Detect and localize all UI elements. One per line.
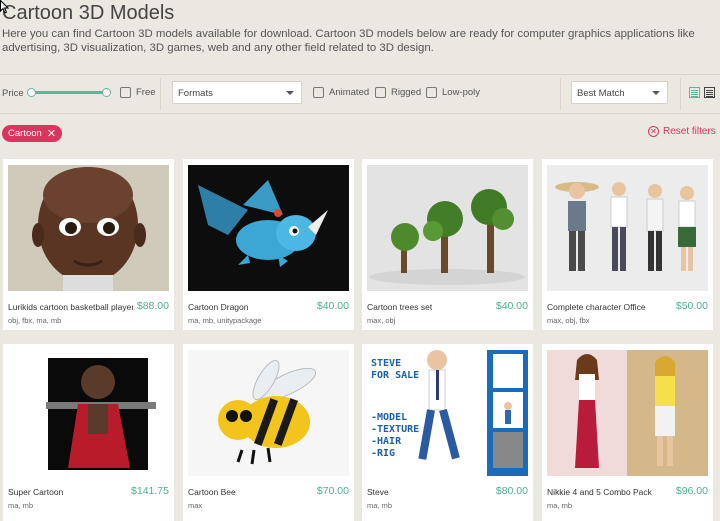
product-thumbnail[interactable]: [188, 350, 349, 476]
page-title: Cartoon 3D Models: [2, 2, 175, 24]
product-formats: ma, mb: [367, 501, 393, 510]
product-formats: max: [188, 501, 203, 510]
list-view-icon[interactable]: [704, 87, 715, 98]
product-price: $40.00: [316, 300, 349, 312]
free-checkbox[interactable]: Free: [120, 87, 156, 98]
product-thumbnail[interactable]: [547, 350, 708, 476]
product-price: $40.00: [495, 300, 528, 312]
active-filter-tag-label: Cartoon: [8, 128, 42, 139]
free-checkbox-box[interactable]: [120, 87, 131, 98]
rigged-checkbox-label: Rigged: [391, 87, 422, 98]
product-thumbnail[interactable]: [188, 165, 349, 291]
price-slider[interactable]: [27, 88, 111, 98]
product-name[interactable]: Cartoon Bee: [188, 487, 236, 497]
animated-checkbox-box[interactable]: [313, 87, 324, 98]
product-card[interactable]: STEVE FOR SALE -MODEL -TEXTURE -HAIR -RI…: [362, 344, 533, 521]
product-thumbnail[interactable]: [8, 165, 169, 291]
product-formats: ma, mb, unitypackage: [188, 316, 262, 325]
product-name[interactable]: Steve: [367, 487, 389, 497]
rigged-checkbox[interactable]: Rigged: [375, 87, 421, 98]
product-name[interactable]: Cartoon trees set: [367, 302, 432, 312]
product-card[interactable]: Lurikids cartoon basketball player $88.0…: [3, 159, 174, 330]
product-thumbnail[interactable]: [547, 165, 708, 291]
lowpoly-checkbox[interactable]: Low-poly: [426, 87, 480, 98]
product-card[interactable]: Super Cartoon $141.75 ma, mb: [3, 344, 174, 521]
product-price: $88.00: [136, 300, 169, 312]
mouse-cursor-icon: [0, 0, 10, 14]
active-filter-tag[interactable]: Cartoon ✕: [2, 125, 63, 142]
animated-checkbox[interactable]: Animated: [313, 87, 369, 98]
product-formats: max, obj: [367, 316, 396, 325]
product-formats: ma, mb: [8, 501, 34, 510]
product-name[interactable]: Nikkie 4 and 5 Combo Pack: [547, 487, 652, 497]
product-name[interactable]: Complete character Office: [547, 302, 646, 312]
product-price: $80.00: [495, 485, 528, 497]
filter-separator: [160, 78, 161, 110]
chevron-down-icon: [652, 91, 660, 95]
price-slider-track: [30, 91, 108, 94]
sort-dropdown[interactable]: Best Match: [571, 81, 668, 104]
close-circle-icon: ✕: [648, 126, 659, 137]
reset-filters-label: Reset filters: [663, 126, 716, 137]
filter-bar-bottom-divider: [0, 113, 720, 114]
product-card[interactable]: Cartoon Dragon $40.00 ma, mb, unitypacka…: [183, 159, 354, 330]
rigged-checkbox-box[interactable]: [375, 87, 386, 98]
formats-dropdown-value: Formats: [178, 88, 213, 99]
filter-separator: [680, 78, 681, 110]
animated-checkbox-label: Animated: [329, 87, 370, 98]
product-name[interactable]: Cartoon Dragon: [188, 302, 248, 312]
grid-view-icon[interactable]: [689, 87, 700, 98]
sort-dropdown-value: Best Match: [577, 88, 625, 99]
product-card[interactable]: Complete character Office $50.00 max, ob…: [542, 159, 713, 330]
lowpoly-checkbox-box[interactable]: [426, 87, 437, 98]
product-thumbnail[interactable]: [8, 350, 169, 476]
product-price: $141.75: [131, 485, 169, 497]
price-label: Price: [2, 88, 24, 99]
product-card[interactable]: Nikkie 4 and 5 Combo Pack $96.00 ma, mb: [542, 344, 713, 521]
product-card[interactable]: Cartoon trees set $40.00 max, obj: [362, 159, 533, 330]
price-slider-max-handle[interactable]: [102, 88, 111, 97]
close-icon[interactable]: ✕: [47, 128, 56, 139]
product-name[interactable]: Super Cartoon: [8, 487, 63, 497]
product-price: $96.00: [675, 485, 708, 497]
free-checkbox-label: Free: [136, 87, 156, 98]
reset-filters-link[interactable]: ✕ Reset filters: [648, 126, 716, 137]
product-price: $70.00: [316, 485, 349, 497]
formats-dropdown[interactable]: Formats: [172, 81, 302, 104]
product-formats: obj, fbx, ma, mb: [8, 316, 62, 325]
filter-bar: Price Free Formats Animated Rigged Low-p…: [0, 75, 720, 113]
product-name[interactable]: Lurikids cartoon basketball player: [8, 302, 133, 312]
product-formats: max, obj, fbx: [547, 316, 590, 325]
price-slider-min-handle[interactable]: [27, 88, 36, 97]
product-card[interactable]: Cartoon Bee $70.00 max: [183, 344, 354, 521]
steve-thumbnail-text: STEVE FOR SALE -MODEL -TEXTURE -HAIR -RI…: [371, 358, 420, 459]
product-price: $50.00: [675, 300, 708, 312]
filter-separator: [560, 78, 561, 110]
product-thumbnail[interactable]: [367, 165, 528, 291]
product-thumbnail[interactable]: STEVE FOR SALE -MODEL -TEXTURE -HAIR -RI…: [367, 350, 528, 476]
product-formats: ma, mb: [547, 501, 573, 510]
chevron-down-icon: [286, 91, 294, 95]
lowpoly-checkbox-label: Low-poly: [442, 87, 481, 98]
page-description: Here you can find Cartoon 3D models avai…: [2, 28, 695, 54]
